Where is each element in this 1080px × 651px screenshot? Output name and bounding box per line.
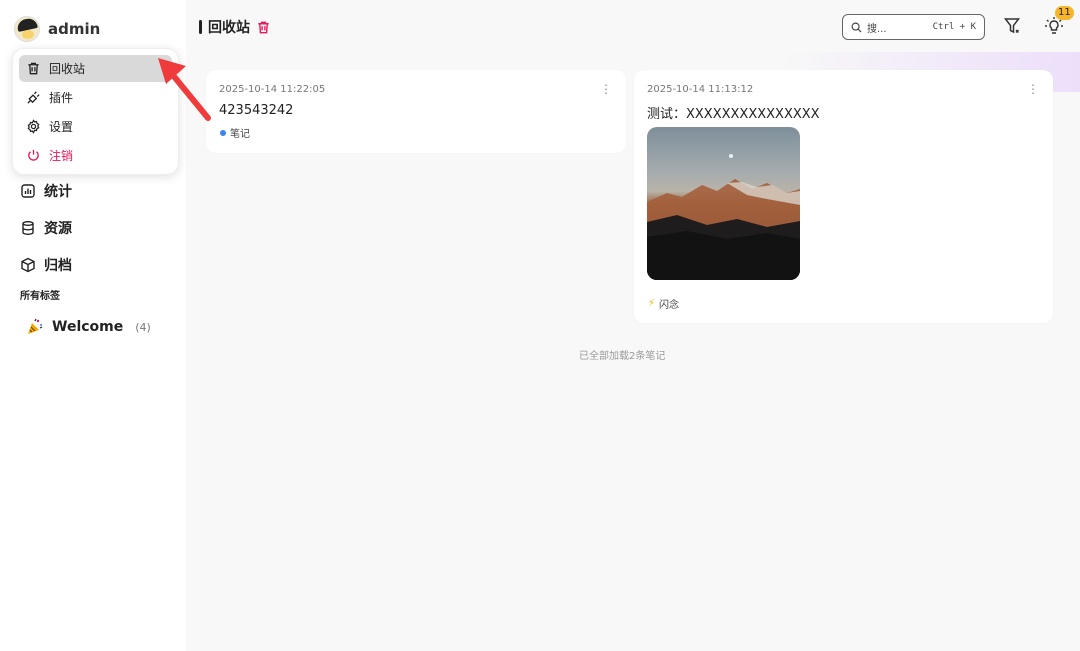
filter-button[interactable] xyxy=(1003,16,1023,40)
search-shortcut: Ctrl + K xyxy=(932,22,976,32)
menu-item-label: 设置 xyxy=(49,120,74,134)
note-timestamp: 2025-10-14 11:22:05 xyxy=(219,84,326,95)
note-type-tag: ⚡ 闪念 xyxy=(648,296,679,311)
user-profile[interactable]: admin xyxy=(14,16,100,42)
power-icon xyxy=(28,149,39,161)
sidebar-item-archive[interactable]: 归档 xyxy=(20,246,72,283)
menu-item-label: 插件 xyxy=(49,91,74,105)
annotation-arrow-icon xyxy=(158,58,211,121)
menu-item-recycle-bin[interactable]: 回收站 xyxy=(19,55,172,82)
load-status-text: 已全部加载2条笔记 xyxy=(579,351,666,362)
note-card[interactable]: 2025-10-14 11:13:12 ⋮ 测试：XXXXXXXXXXXXXXX… xyxy=(634,70,1053,323)
user-name: admin xyxy=(48,20,101,38)
lightning-icon: ⚡ xyxy=(648,298,656,309)
box-icon xyxy=(21,257,35,272)
sidebar-nav: 统计 资源 归档 xyxy=(20,172,72,283)
note-timestamp: 2025-10-14 11:13:12 xyxy=(647,84,754,95)
gear-icon xyxy=(27,119,40,134)
more-options-icon[interactable]: ⋮ xyxy=(1027,82,1039,96)
menu-item-label: 回收站 xyxy=(49,62,86,76)
database-icon xyxy=(22,220,34,235)
sidebar-item-label: 归档 xyxy=(44,257,72,274)
more-options-icon[interactable]: ⋮ xyxy=(600,82,612,96)
avatar[interactable] xyxy=(14,16,40,42)
page-header: 回收站 xyxy=(199,17,271,37)
sidebar-item-label: 统计 xyxy=(44,183,72,200)
note-type-label: 笔记 xyxy=(230,129,250,140)
note-content: 测试：XXXXXXXXXXXXXXX xyxy=(647,107,820,122)
search-input[interactable]: 搜... Ctrl + K xyxy=(842,14,985,40)
trash-icon[interactable] xyxy=(256,20,271,35)
trash-icon xyxy=(28,62,39,75)
filter-icon xyxy=(1003,18,1021,34)
tag-name: Welcome xyxy=(52,319,124,335)
blue-dot-icon xyxy=(220,129,226,136)
menu-item-logout[interactable]: 注销 xyxy=(19,142,172,169)
chart-icon xyxy=(21,183,35,198)
note-type-tag: 笔记 xyxy=(220,125,250,140)
menu-item-label: 注销 xyxy=(49,149,74,163)
note-card[interactable]: 2025-10-14 11:22:05 ⋮ 423543242 笔记 xyxy=(206,70,626,153)
tags-section-title: 所有标签 xyxy=(20,291,60,302)
page-title: 回收站 xyxy=(208,20,250,36)
tag-count: (4) xyxy=(135,320,151,334)
tag-item-welcome[interactable]: Welcome (4) xyxy=(26,318,151,336)
party-popper-icon xyxy=(28,318,43,334)
menu-item-plugins[interactable]: 插件 xyxy=(19,84,172,111)
search-icon xyxy=(851,22,862,33)
note-content: 423543242 xyxy=(219,103,294,118)
plug-icon xyxy=(27,91,40,104)
sidebar-item-label: 资源 xyxy=(44,220,72,237)
notification-badge: 11 xyxy=(1055,6,1074,20)
moon xyxy=(729,154,733,158)
note-image[interactable] xyxy=(647,127,800,280)
sidebar-item-stats[interactable]: 统计 xyxy=(20,172,72,209)
title-accent-bar xyxy=(199,20,202,34)
menu-item-settings[interactable]: 设置 xyxy=(19,113,172,140)
search-placeholder: 搜... xyxy=(867,23,887,35)
note-type-label: 闪念 xyxy=(659,300,680,311)
sidebar-item-resources[interactable]: 资源 xyxy=(20,209,72,246)
